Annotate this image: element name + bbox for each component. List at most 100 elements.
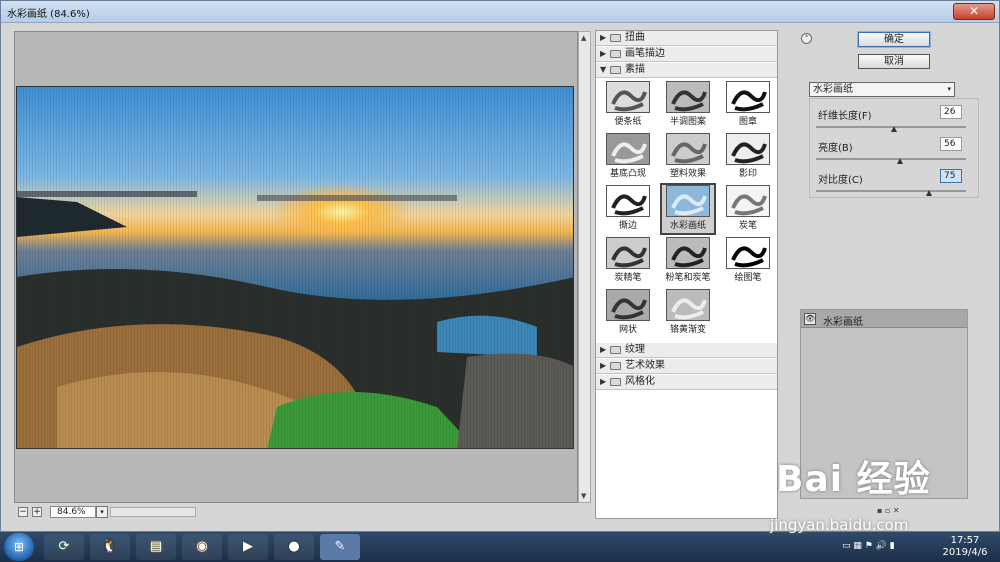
category-arrow-icon[interactable]: ▶ (600, 375, 606, 389)
filter-preview-image (666, 81, 710, 113)
slider-handle[interactable] (897, 158, 903, 164)
filter-thumbnail[interactable]: 撕边 (602, 185, 654, 233)
param-value-input[interactable]: 75 (940, 169, 962, 183)
folder-icon (610, 66, 621, 74)
filter-name: 撕边 (618, 221, 637, 231)
category-arrow-icon[interactable]: ▶ (600, 47, 606, 61)
collapse-icon[interactable]: ⌃ (801, 33, 812, 44)
folder-icon (610, 50, 621, 58)
filter-thumbnail[interactable]: 基底凸现 (602, 133, 654, 181)
filter-name: 绘图笔 (734, 273, 762, 283)
filter-name: 基底凸现 (609, 169, 646, 179)
zoom-out-button[interactable]: − (18, 507, 28, 517)
param-slider[interactable] (816, 190, 966, 192)
filter-thumbnail[interactable]: 便条纸 (602, 81, 654, 129)
zoom-level[interactable]: 84.6% (50, 506, 96, 518)
filter-category-label: 扭曲 (625, 32, 645, 43)
filter-preview-image (726, 237, 770, 269)
filter-category-label: 纹理 (625, 344, 645, 355)
cancel-button[interactable]: 取消 (858, 54, 930, 69)
param-slider[interactable] (816, 158, 966, 160)
filter-thumbnail[interactable]: 铬黄渐变 (662, 289, 714, 337)
filter-category[interactable]: ▶ 艺术效果 (596, 359, 777, 374)
filter-category-label: 素描 (625, 64, 645, 75)
tray-icons[interactable]: ▭ ▦ ⚑ 🔊 ▮ (842, 541, 895, 551)
filter-name: 便条纸 (614, 117, 642, 127)
filter-thumbnail[interactable]: 水彩画纸 (660, 183, 716, 235)
filter-thumbnail[interactable]: 绘图笔 (722, 237, 774, 285)
preview-vertical-scrollbar[interactable]: ▲ ▼ (578, 31, 591, 503)
preview-horizontal-scrollbar[interactable] (110, 507, 196, 517)
filter-name: 水彩画纸 (669, 221, 706, 231)
slider-handle[interactable] (925, 190, 932, 196)
preview-image (16, 86, 574, 449)
filter-category-label: 画笔描边 (625, 48, 665, 59)
param-label: 亮度(B) (818, 143, 853, 154)
slider-handle[interactable] (891, 126, 897, 132)
title-bar: 水彩画纸 (84.6%) ✕ (1, 1, 999, 23)
filter-preview-image (666, 185, 710, 217)
filter-thumbnail[interactable]: 图章 (722, 81, 774, 129)
firefox-icon[interactable]: ◉ (182, 534, 222, 560)
filter-category[interactable]: ▶ 纹理 (596, 343, 777, 358)
category-arrow-icon[interactable]: ▶ (600, 359, 606, 373)
filter-preview-image (726, 133, 770, 165)
folder-icon (610, 34, 621, 42)
filter-category-label: 风格化 (625, 376, 655, 387)
filter-preview-image (726, 81, 770, 113)
filter-name: 铬黄渐变 (669, 325, 706, 335)
zoom-dropdown-button[interactable]: ▾ (96, 506, 108, 518)
filter-select[interactable]: 水彩画纸 ▾ (809, 82, 955, 97)
filter-thumbnail[interactable]: 粉笔和炭笔 (662, 237, 714, 285)
filter-thumbnail[interactable]: 网状 (602, 289, 654, 337)
zoom-bar: − + 84.6% ▾ (14, 505, 578, 519)
file-explorer-icon[interactable]: ▤ (136, 534, 176, 560)
folder-icon (610, 378, 621, 386)
param-value-input[interactable]: 26 (940, 105, 962, 119)
record-icon[interactable]: ● (274, 534, 314, 560)
filter-thumbnail[interactable]: 影印 (722, 133, 774, 181)
filter-category[interactable]: ▶ 扭曲 (596, 31, 777, 46)
scroll-down-icon[interactable]: ▼ (581, 492, 586, 500)
param-value-input[interactable]: 56 (940, 137, 962, 151)
filter-thumbnail[interactable]: 塑料效果 (662, 133, 714, 181)
filter-preview-image (606, 237, 650, 269)
filter-select-value: 水彩画纸 (813, 84, 853, 95)
filter-thumbnail[interactable]: 半调图案 (662, 81, 714, 129)
filter-category-label: 艺术效果 (625, 360, 665, 371)
watermark-brand: Bai 经验 (776, 459, 931, 500)
filter-thumbnail[interactable]: 炭精笔 (602, 237, 654, 285)
filter-preview-image (606, 133, 650, 165)
filter-category[interactable]: ▶ 风格化 (596, 375, 777, 390)
category-arrow-icon[interactable]: ▼ (600, 63, 606, 77)
zoom-in-button[interactable]: + (32, 507, 42, 517)
filter-category[interactable]: ▶ 画笔描边 (596, 47, 777, 62)
filter-name: 半调图案 (669, 117, 706, 127)
scroll-up-icon[interactable]: ▲ (581, 34, 586, 42)
filter-preview-image (606, 185, 650, 217)
clock-date: 2019/4/6 (942, 547, 988, 558)
feather-app-icon[interactable]: ✎ (320, 534, 360, 560)
filter-category[interactable]: ▼ 素描 (596, 63, 777, 78)
filter-name: 炭笔 (738, 221, 757, 231)
filter-preview-image (666, 237, 710, 269)
close-button[interactable]: ✕ (953, 3, 995, 20)
effect-layer-name: 水彩画纸 (823, 317, 863, 328)
category-arrow-icon[interactable]: ▶ (600, 343, 606, 357)
category-arrow-icon[interactable]: ▶ (600, 31, 606, 45)
ok-button[interactable]: 确定 (858, 32, 930, 47)
filter-preview-image (666, 289, 710, 321)
watermark: Bai 经验 jingyan.baidu.com (770, 450, 980, 540)
effect-layer-row[interactable]: 👁 水彩画纸 (801, 310, 967, 328)
media-player-icon[interactable]: ▶ (228, 534, 268, 560)
filter-name: 炭精笔 (614, 273, 642, 283)
360-browser-icon[interactable]: ⟳ (44, 534, 84, 560)
start-button[interactable]: ⊞ (4, 533, 34, 561)
filter-preview-image (606, 289, 650, 321)
filter-preview-image (726, 185, 770, 217)
param-label: 对比度(C) (818, 175, 863, 186)
folder-icon (610, 362, 621, 370)
eye-icon[interactable]: 👁 (804, 313, 816, 325)
filter-thumbnail[interactable]: 炭笔 (722, 185, 774, 233)
qq-icon[interactable]: 🐧 (90, 534, 130, 560)
